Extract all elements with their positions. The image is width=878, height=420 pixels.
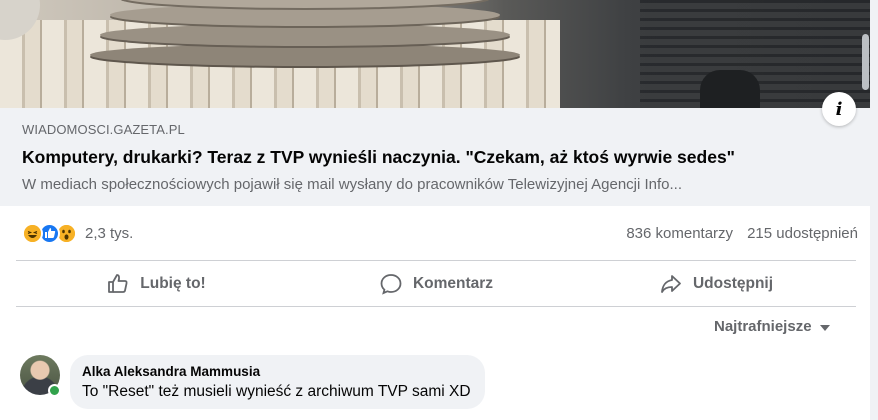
comment-text: To "Reset" też musieli wynieść z archiwu… xyxy=(82,383,471,400)
like-button[interactable]: Lubię to! xyxy=(16,262,296,306)
online-status-indicator xyxy=(48,384,61,397)
comment-bubble-icon xyxy=(380,274,402,295)
plate-graphic xyxy=(100,24,510,46)
caret-down-icon xyxy=(819,325,830,331)
share-button-label: Udostępnij xyxy=(692,275,774,292)
haha-icon xyxy=(22,222,43,244)
scrollbar-thumb[interactable] xyxy=(862,34,869,90)
share-arrow-icon xyxy=(661,275,681,293)
action-bar: Lubię to! Komentarz Udostępnij xyxy=(16,262,856,306)
reaction-icons[interactable]: 2,3 tys. xyxy=(22,222,133,244)
link-preview-meta[interactable]: WIADOMOSCI.GAZETA.PL Komputery, drukarki… xyxy=(0,108,870,206)
comment-author[interactable]: Alka Aleksandra Mammusia xyxy=(82,364,471,379)
comment-button-label: Komentarz xyxy=(412,275,494,292)
scrollbar-track[interactable] xyxy=(870,0,878,420)
info-icon[interactable]: i xyxy=(822,92,856,126)
comment-button[interactable]: Komentarz xyxy=(296,262,576,306)
like-button-label: Lubię to! xyxy=(140,275,206,292)
share-button[interactable]: Udostępnij xyxy=(576,262,856,306)
link-preview-image[interactable] xyxy=(0,0,870,108)
sort-label: Najtrafniejsze xyxy=(714,318,812,335)
plate-graphic xyxy=(90,44,520,66)
divider xyxy=(16,260,856,261)
comments-count-link[interactable]: 836 komentarzy xyxy=(626,225,733,242)
link-description: W mediach społecznościowych pojawił się … xyxy=(22,176,683,193)
reactions-summary: 2,3 tys. 836 komentarzy 215 udostępnień xyxy=(22,218,858,248)
comment: Alka Aleksandra Mammusia To "Reset" też … xyxy=(20,355,485,409)
post-stats: 836 komentarzy 215 udostępnień xyxy=(626,225,858,242)
shares-count-link[interactable]: 215 udostępnień xyxy=(747,225,858,242)
link-title[interactable]: Komputery, drukarki? Teraz z TVP wynieśl… xyxy=(22,147,850,168)
divider xyxy=(16,306,856,307)
comment-bubble: Alka Aleksandra Mammusia To "Reset" też … xyxy=(70,355,485,409)
comment-sort-dropdown[interactable]: Najtrafniejsze xyxy=(714,318,830,335)
chair-graphic xyxy=(700,70,760,108)
link-domain: WIADOMOSCI.GAZETA.PL xyxy=(22,122,185,137)
reaction-count[interactable]: 2,3 tys. xyxy=(85,225,133,242)
post-card: i WIADOMOSCI.GAZETA.PL Komputery, drukar… xyxy=(0,0,870,420)
thumbs-up-icon xyxy=(108,274,128,293)
